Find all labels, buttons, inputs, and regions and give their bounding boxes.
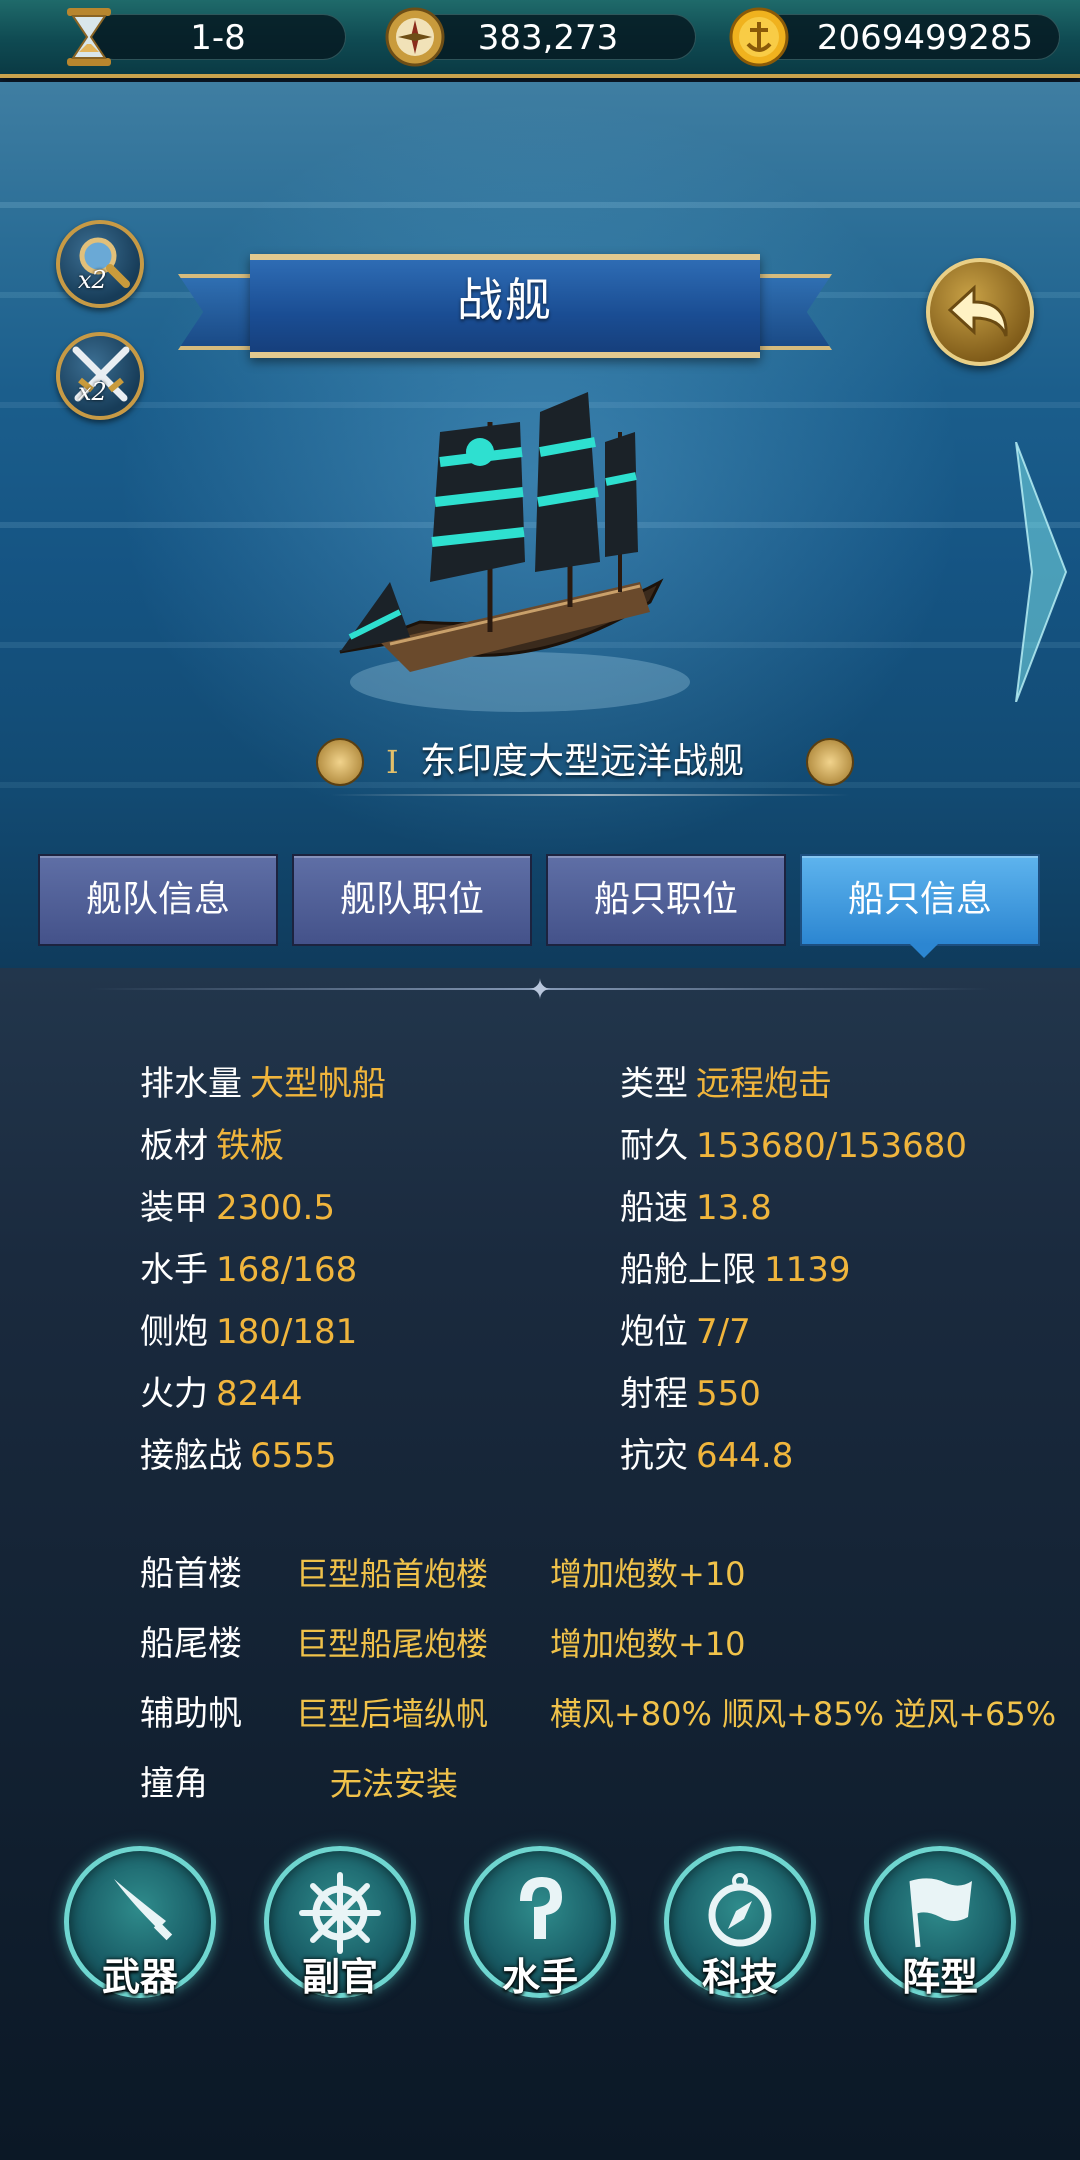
speed-multiplier: x2 [78, 266, 107, 294]
back-button[interactable] [926, 258, 1034, 366]
stage-value: 1-8 [190, 18, 246, 58]
ship-tier: I [386, 743, 399, 781]
gold-pill[interactable]: 2069499285 [750, 14, 1060, 60]
tab-fleet-info[interactable]: 舰队信息 [38, 854, 278, 946]
refresh-icon[interactable] [806, 738, 854, 786]
tech-button[interactable]: 科技 [664, 1846, 816, 1999]
stat-firepower: 火力 8244 [140, 1374, 303, 1414]
weapon-label: 武器 [101, 1955, 178, 1999]
title-banner: 战舰 [178, 254, 832, 358]
equip-slot-bow: 船首楼 [140, 1554, 242, 1594]
equip-effect-bow: 增加炮数+10 [550, 1555, 746, 1593]
stat-disaster-resist: 抗灾 644.8 [620, 1436, 794, 1476]
stat-durability: 耐久 153680/153680 [620, 1126, 968, 1166]
tab-fleet-position[interactable]: 舰队职位 [292, 854, 532, 946]
weapon-button[interactable]: 武器 [64, 1846, 216, 1999]
tab-bar: 舰队信息 舰队职位 船只职位 船只信息 [38, 854, 1042, 946]
stat-boarding: 接舷战 6555 [140, 1436, 337, 1476]
officer-label: 副官 [301, 1955, 378, 1999]
equip-name-stern[interactable]: 巨型船尾炮楼 [296, 1620, 488, 1668]
divider-ornament-icon: ✦ [528, 973, 552, 1006]
equip-slot-stern: 船尾楼 [140, 1624, 242, 1664]
battle-boost-button[interactable]: x2 [56, 332, 144, 420]
tab-ship-info[interactable]: 船只信息 [800, 854, 1040, 946]
sailor-button[interactable]: 水手 [464, 1846, 616, 1999]
equip-effect-sail: 横风+80% 顺风+85% 逆风+65% [550, 1695, 1057, 1733]
equip-effect-stern: 增加炮数+10 [550, 1625, 746, 1663]
speed-boost-button[interactable]: x2 [56, 220, 144, 308]
stat-speed: 船速 13.8 [620, 1188, 772, 1228]
eye-icon[interactable] [316, 738, 364, 786]
stat-side-cannons: 侧炮 180/181 [140, 1312, 358, 1352]
equip-name-ram[interactable]: 无法安装 [330, 1760, 458, 1808]
ship-scene: x2 x2 战舰 I 东印度大型远洋战舰 [0, 82, 1080, 970]
ship-name: 东印度大型远洋战舰 [420, 741, 745, 782]
stat-displacement: 排水量 大型帆船 [140, 1064, 386, 1104]
gold-coin-icon [726, 4, 792, 70]
battle-multiplier: x2 [78, 378, 107, 406]
stat-cargo-limit: 船舱上限 1139 [620, 1250, 851, 1290]
equip-slot-ram: 撞角 [140, 1764, 208, 1804]
gold-value: 2069499285 [816, 18, 1034, 58]
equip-slot-sail: 辅助帆 [140, 1694, 242, 1734]
stat-sailors: 水手 168/168 [140, 1250, 358, 1290]
next-ship-arrow-icon[interactable] [1010, 442, 1070, 702]
stat-gun-slots: 炮位 7/7 [620, 1312, 751, 1352]
formation-button[interactable]: 阵型 [864, 1846, 1016, 1999]
tech-label: 科技 [701, 1955, 778, 1999]
ship-illustration [339, 392, 690, 712]
active-tab-pointer [910, 944, 938, 958]
stage-pill[interactable]: 1-8 [90, 14, 346, 60]
equip-name-sail[interactable]: 巨型后墙纵帆 [296, 1690, 488, 1738]
stat-range: 射程 550 [620, 1374, 761, 1414]
ship-name-row: I 东印度大型远洋战舰 [0, 722, 1080, 802]
officer-button[interactable]: 副官 [264, 1846, 416, 1999]
compass-currency-icon [382, 4, 448, 70]
stat-type: 类型 远程炮击 [620, 1064, 832, 1104]
back-arrow-icon [947, 284, 1008, 337]
sailor-label: 水手 [501, 1955, 578, 1999]
hourglass-icon [56, 4, 122, 70]
stat-armor: 装甲 2300.5 [140, 1188, 335, 1228]
formation-label: 阵型 [901, 1955, 978, 1999]
tab-ship-position[interactable]: 船只职位 [546, 854, 786, 946]
page-title: 战舰 [457, 273, 553, 327]
equip-name-bow[interactable]: 巨型船首炮楼 [296, 1550, 488, 1598]
stat-plank: 板材 铁板 [140, 1126, 284, 1166]
resource-bar: 1-8 383,273 2069499285 [0, 0, 1080, 78]
